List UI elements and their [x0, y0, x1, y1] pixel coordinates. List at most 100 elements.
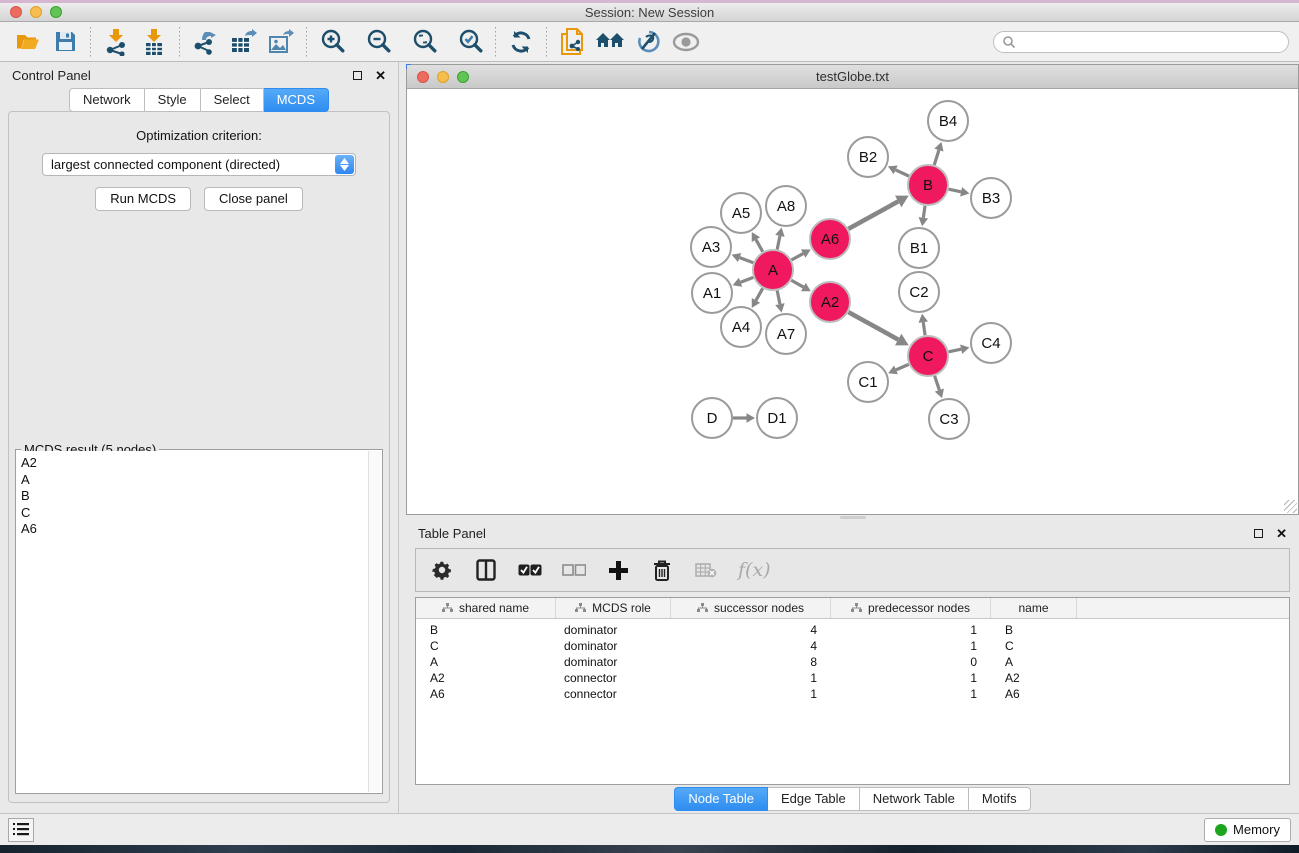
graph-node-label: C1 — [858, 374, 877, 391]
table-row[interactable]: Cdominator41C — [416, 638, 1289, 654]
table-tabs-bar: Node Table Edge Table Network Table Moti… — [406, 785, 1299, 813]
criterion-select[interactable]: largest connected component (directed) — [42, 153, 356, 176]
search-field[interactable] — [993, 31, 1289, 53]
network-window-titlebar[interactable]: testGlobe.txt — [407, 65, 1298, 89]
tab-node-table[interactable]: Node Table — [674, 787, 768, 811]
column-header-mcds-role[interactable]: MCDS role — [556, 598, 671, 618]
graph-edge[interactable] — [756, 288, 763, 300]
mcds-result-list[interactable]: A2ABCA6 — [17, 451, 368, 792]
graph-edge[interactable] — [949, 189, 962, 192]
column-header-successor-nodes[interactable]: successor nodes — [671, 598, 831, 618]
show-columns-icon[interactable] — [474, 558, 498, 582]
zoom-fit-icon[interactable] — [409, 27, 439, 57]
tab-network[interactable]: Network — [69, 88, 145, 112]
result-scrollbar[interactable] — [368, 451, 381, 792]
float-panel-icon[interactable] — [353, 71, 362, 80]
graph-edge[interactable] — [848, 201, 898, 228]
graph-edge[interactable] — [756, 240, 763, 252]
network-canvas[interactable]: AA1A2A3A4A5A6A7A8BB1B2B3B4CC1C2C3C4DD1 — [407, 89, 1298, 514]
graph-edge[interactable] — [777, 236, 780, 250]
delete-table-icon[interactable] — [694, 558, 718, 582]
result-list-item[interactable]: A6 — [21, 521, 368, 538]
graph-edge[interactable] — [740, 258, 754, 263]
result-list-item[interactable]: C — [21, 505, 368, 522]
export-network-icon[interactable] — [190, 27, 220, 57]
import-network-icon[interactable] — [101, 27, 131, 57]
column-header-name[interactable]: name — [991, 598, 1077, 618]
table-header-row: shared name MCDS role successor nodes — [416, 598, 1289, 619]
column-header-predecessor-nodes[interactable]: predecessor nodes — [831, 598, 991, 618]
run-mcds-button[interactable]: Run MCDS — [95, 187, 191, 211]
result-list-item[interactable]: A — [21, 472, 368, 489]
deselect-all-rows-icon[interactable] — [562, 558, 586, 582]
close-panel-button[interactable]: Close panel — [204, 187, 303, 211]
table-cell: A — [991, 655, 1077, 669]
graph-edge[interactable] — [791, 280, 803, 287]
new-network-from-selection-icon[interactable] — [557, 27, 587, 57]
tab-style[interactable]: Style — [145, 88, 201, 112]
show-details-eye-icon[interactable] — [671, 27, 701, 57]
graph-edge[interactable] — [791, 254, 803, 260]
zoom-in-icon[interactable] — [317, 27, 347, 57]
table-row[interactable]: Bdominator41B — [416, 622, 1289, 638]
zoom-out-icon[interactable] — [363, 27, 393, 57]
result-list-item[interactable]: B — [21, 488, 368, 505]
save-session-icon[interactable] — [50, 27, 80, 57]
table-panel: Table Panel ✕ — [406, 520, 1299, 813]
open-session-icon[interactable] — [12, 27, 42, 57]
search-input[interactable] — [1016, 35, 1280, 49]
graph-node-label: A8 — [777, 198, 795, 215]
column-header-shared-name[interactable]: shared name — [416, 598, 556, 618]
edge-arrowhead — [747, 413, 756, 423]
import-table-icon[interactable] — [139, 27, 169, 57]
graph-edge[interactable] — [923, 322, 925, 335]
table-settings-gear-icon[interactable] — [430, 558, 454, 582]
network-view-window: testGlobe.txt AA1A2A3A4A5A6A7A8BB1B2B3B4… — [406, 64, 1299, 515]
table-row[interactable]: Adominator80A — [416, 654, 1289, 670]
home-icon[interactable] — [595, 27, 625, 57]
graph-node-label: C — [923, 348, 934, 365]
graph-edge[interactable] — [777, 291, 780, 305]
export-image-icon[interactable] — [266, 27, 296, 57]
close-table-panel-icon[interactable]: ✕ — [1276, 527, 1287, 540]
edge-arrowhead — [960, 344, 969, 353]
add-column-icon[interactable] — [606, 558, 630, 582]
table-cell: B — [416, 623, 556, 637]
network-graph[interactable]: AA1A2A3A4A5A6A7A8BB1B2B3B4CC1C2C3C4DD1 — [407, 89, 1298, 514]
resize-grip-icon[interactable] — [1284, 500, 1297, 513]
task-history-button[interactable] — [8, 818, 34, 842]
tab-mcds[interactable]: MCDS — [264, 88, 329, 112]
table-row[interactable]: A2connector11A2 — [416, 670, 1289, 686]
table-cell: B — [991, 623, 1077, 637]
table-cell: 4 — [671, 639, 831, 653]
function-builder-icon[interactable]: f(x) — [738, 559, 771, 581]
table-row[interactable]: A6connector11A6 — [416, 686, 1289, 702]
tab-network-table[interactable]: Network Table — [860, 787, 969, 811]
tab-select[interactable]: Select — [201, 88, 264, 112]
table-body: Bdominator41BCdominator41CAdominator80AA… — [416, 619, 1289, 702]
float-table-panel-icon[interactable] — [1254, 529, 1263, 538]
zoom-selected-icon[interactable] — [455, 27, 485, 57]
graph-node-label: D — [707, 410, 718, 427]
graph-edge[interactable] — [935, 376, 940, 390]
close-panel-icon[interactable]: ✕ — [375, 69, 386, 82]
memory-button[interactable]: Memory — [1204, 818, 1291, 842]
tab-edge-table[interactable]: Edge Table — [768, 787, 860, 811]
apply-layout-icon[interactable] — [506, 27, 536, 57]
graph-edge[interactable] — [949, 349, 962, 352]
export-table-icon[interactable] — [228, 27, 258, 57]
graph-edge[interactable] — [923, 206, 925, 218]
delete-column-trash-icon[interactable] — [650, 558, 674, 582]
tab-motifs[interactable]: Motifs — [969, 787, 1031, 811]
graph-edge[interactable] — [896, 364, 909, 370]
graph-edge[interactable] — [896, 170, 909, 176]
graph-edge[interactable] — [934, 150, 939, 165]
graph-node-label: B2 — [859, 149, 877, 166]
graph-edge[interactable] — [741, 277, 754, 282]
task-list-icon — [13, 823, 29, 836]
result-list-item[interactable]: A2 — [21, 455, 368, 472]
graph-edge[interactable] — [848, 312, 898, 339]
hide-graphics-icon[interactable] — [633, 27, 663, 57]
toolbar-separator — [90, 27, 91, 57]
select-all-rows-icon[interactable] — [518, 558, 542, 582]
